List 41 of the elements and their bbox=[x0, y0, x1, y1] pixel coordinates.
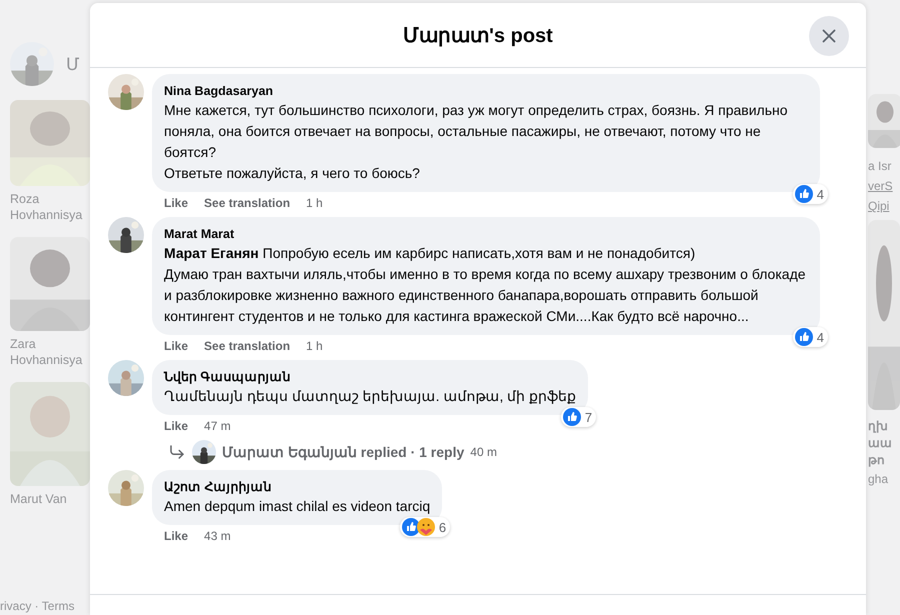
dialog-title: Մարատ's post bbox=[403, 24, 553, 48]
like-reaction-icon bbox=[794, 328, 813, 346]
replies-link[interactable]: Մարատ Եգանյան replied · 1 reply bbox=[222, 444, 464, 460]
source-text: gha bbox=[868, 471, 890, 488]
composer-text: Մ bbox=[66, 54, 79, 74]
reply-arrow-icon bbox=[168, 443, 186, 461]
close-button[interactable] bbox=[809, 16, 849, 56]
like-reaction-icon bbox=[562, 408, 581, 426]
comment-action-link[interactable]: Like bbox=[164, 529, 188, 543]
reaction-count-badge[interactable]: 4 bbox=[792, 184, 828, 204]
comment-author[interactable]: Նվեր Գասպարյան bbox=[164, 368, 576, 386]
comment-text: Amen depqum imast chilal es videon tarciq bbox=[164, 497, 430, 516]
person-name: Marut Van bbox=[10, 491, 68, 507]
like-reaction-icon bbox=[402, 518, 420, 536]
reaction-count-badge[interactable]: 6 bbox=[400, 517, 450, 537]
comment-action-link[interactable]: See translation bbox=[204, 196, 290, 210]
comment-time: 1 h bbox=[306, 339, 323, 353]
care-reaction-icon bbox=[416, 518, 435, 536]
like-reaction-icon bbox=[794, 185, 813, 203]
person-name: a Isr bbox=[868, 158, 892, 175]
person-name: Roza Hovhannisya bbox=[10, 191, 84, 223]
comment-text: Марат Еганян Попробую есель им карбирс написать,хотя вам и не понадобится) Думаю тран вахтычи иляль,чтобы именно в то время когда по всему ашхару трезвоним о блокаде и разблокировке жизненно важного единственного банапара,ворошать отправить большой контингент студентов и не только для кастинга вражеской СМи....Как будто всё нарочно... bbox=[164, 244, 807, 326]
comment-author[interactable]: Աշոտ Հայրիյան bbox=[164, 478, 430, 496]
comment-text: Мне кажется, тут большинство психологи, раз уж могут определить страх, боязнь. Я правильно поняла, она боится отвечает на вопросы, остальные пасажиры, не отвечают, потому что не боятся? Ответьте пожалуйста, я чего то боюсь? bbox=[164, 101, 789, 183]
reply-time: 40 m bbox=[470, 445, 497, 459]
comment-action-link[interactable]: Like bbox=[164, 196, 188, 210]
comment-time: 47 m bbox=[204, 419, 231, 433]
reaction-count-badge[interactable]: 4 bbox=[792, 327, 828, 347]
post-text: աա bbox=[868, 435, 893, 452]
comment-time: 1 h bbox=[306, 196, 323, 210]
comment-author[interactable]: Nina Bagdasaryan bbox=[164, 82, 808, 100]
post-text: թո bbox=[868, 452, 886, 469]
comment-text: Ղամենայն դեպս մատղաշ երեխայա. ամոթա, մի քրֆեք bbox=[164, 387, 576, 406]
person-name: Zara Hovhannisya bbox=[10, 336, 84, 368]
comment-action-link[interactable]: See translation bbox=[204, 339, 290, 353]
comment-time: 43 m bbox=[204, 529, 231, 543]
reaction-count-badge[interactable]: 7 bbox=[560, 407, 596, 427]
comment-action-link[interactable]: Like bbox=[164, 339, 188, 353]
post-text: ղխ bbox=[868, 418, 889, 435]
comment-author[interactable]: Marat Marat bbox=[164, 225, 808, 243]
comment-action-link[interactable]: Like bbox=[164, 419, 188, 433]
